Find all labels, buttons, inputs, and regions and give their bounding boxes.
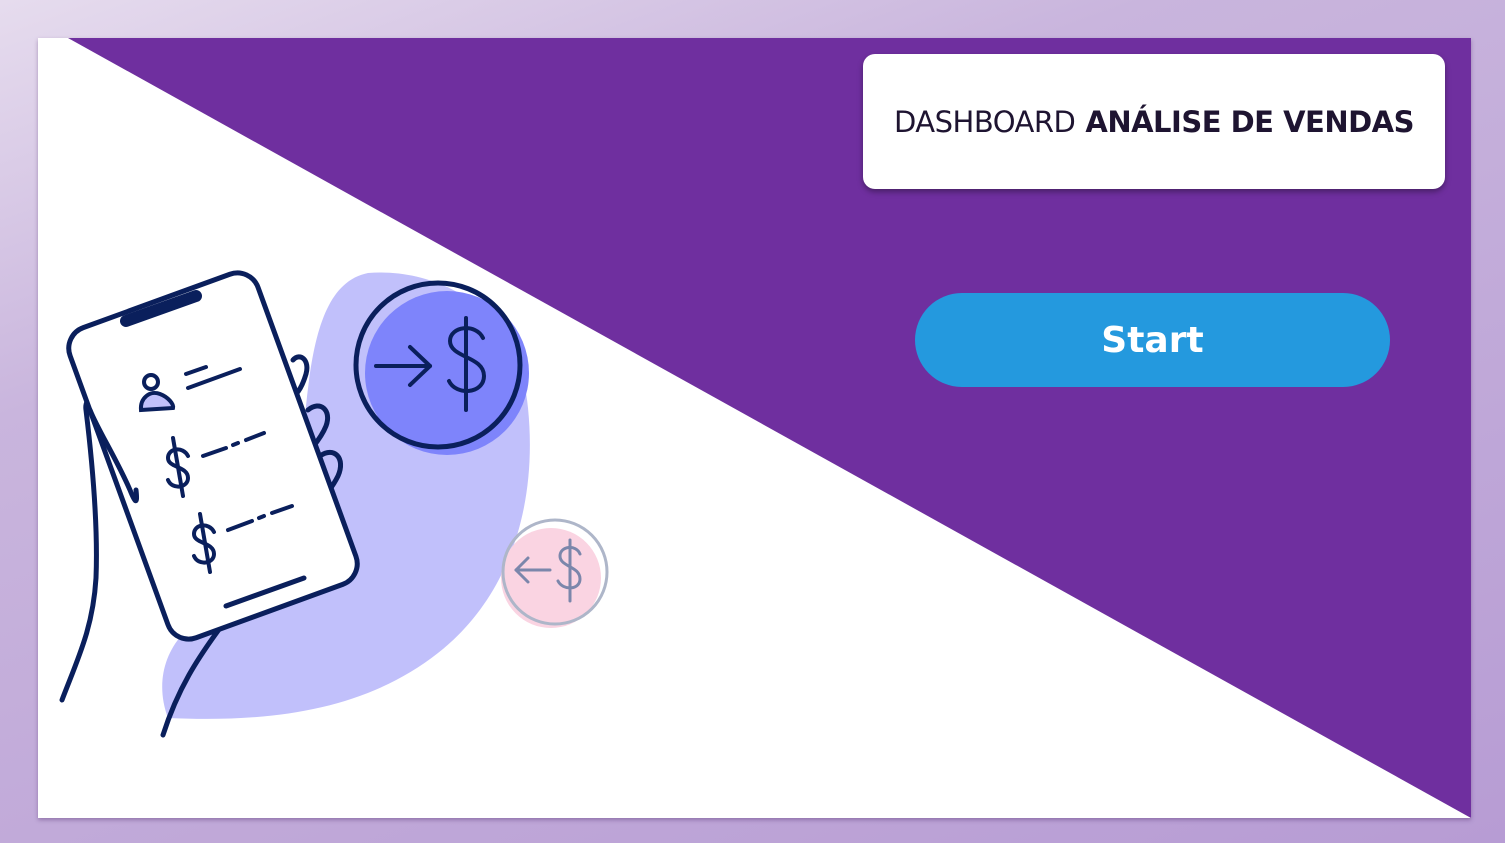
hand-holding-phone-illustration (59, 270, 609, 738)
page-title: ANÁLISE DE VENDAS (1085, 104, 1415, 139)
outgoing-dollar-coin-icon (501, 518, 609, 628)
start-button[interactable]: Start (915, 293, 1390, 387)
title-prefix: DASHBOARD (893, 104, 1076, 139)
dashboard-cover: DASHBOARD ANÁLISE DE VENDAS Start (38, 38, 1471, 818)
dashboard-title-card: DASHBOARD ANÁLISE DE VENDAS (863, 54, 1445, 189)
